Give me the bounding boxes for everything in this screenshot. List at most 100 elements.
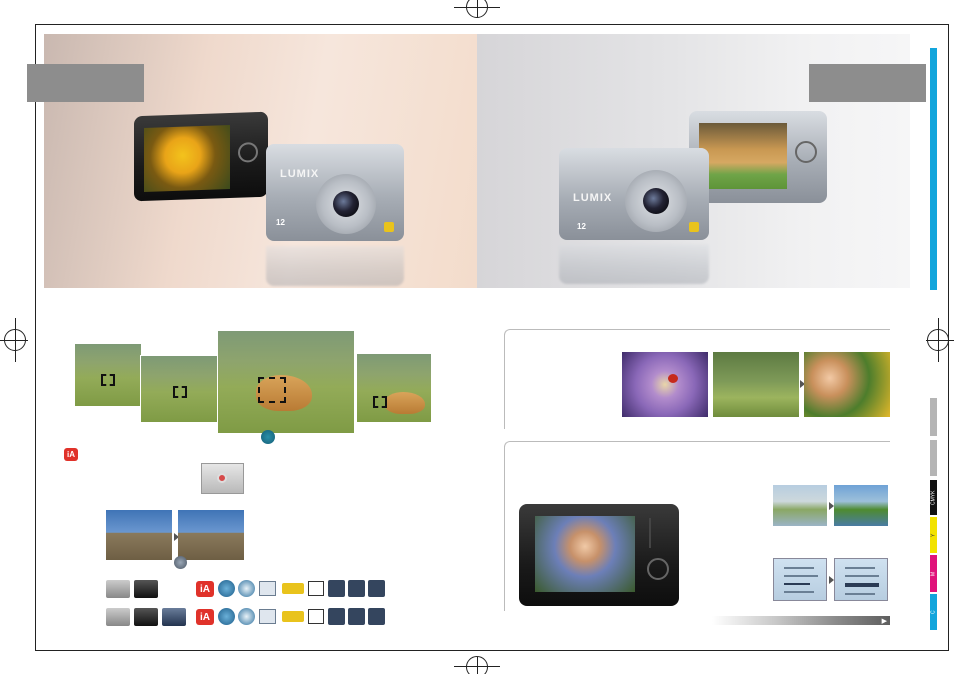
camera-controls-right [795,141,817,163]
camera-controls [238,142,258,163]
reg-mark-left-circle [4,329,26,351]
hd-icon-row2 [259,609,276,624]
sd-icon-row1 [308,581,324,596]
reg-mark-top-circle [466,0,488,18]
thumb-camera-silver [106,580,130,598]
af-frame-3 [258,377,286,403]
stabilizer-badge [384,222,394,232]
lake-photo-before [773,485,827,526]
title-box-left [27,64,144,102]
reg-mark-right-circle [927,329,949,351]
next-page-bar[interactable]: ▶ [712,616,890,625]
hd-icon-row1 [259,581,276,596]
house-photo-after [178,510,244,560]
menu-line-5 [845,567,875,569]
stabilizer-badge-right [689,222,699,232]
camera-lens [316,174,376,234]
camera-back-black [134,111,268,202]
lens-badge-row1 [282,583,304,594]
hero-banner-right: LUMIX 12 [477,34,926,288]
camera-front-silver: LUMIX 12 [266,144,404,241]
feature-row-1: iA [106,578,396,600]
menu-line-6 [845,575,879,577]
menu-line-7 [845,583,879,587]
next-page-arrow-icon: ▶ [881,617,887,625]
af-photo-1 [74,343,142,407]
camera-screen-flower [144,124,230,192]
menu-line-8 [845,593,875,595]
megapixel-badge-right: 12 [577,222,586,231]
shutter-button-red [217,473,227,483]
side-tab-m: M [930,555,937,592]
ia-icon-row2: iA [196,609,214,625]
reg-mark-bottom-circle [466,656,488,674]
feature-row-2: iA [106,606,396,628]
shutter-button-photo [201,463,244,494]
thumb-camera-blue [162,608,186,626]
menu-line-3 [784,583,810,585]
sd-icon-row2 [308,609,324,624]
af-tracking-icon [261,430,275,444]
ia-icon-row1: iA [196,581,214,597]
side-cyan-bar [930,48,937,290]
stabilizer-icon-row1 [218,580,235,597]
camera-badge-right: LUMIX [573,192,613,204]
camera-menu-buttons [649,518,667,548]
side-grey-tab-1 [930,398,937,436]
color-swatch-1-row1 [328,580,345,597]
camera-reflection-right [559,244,709,284]
color-swatch-2-row1 [348,580,365,597]
girl-dog-photo [804,352,890,417]
af-photo-4 [356,353,432,423]
af-photo-2 [140,355,218,423]
camera-back-black-portrait [519,504,679,606]
camera-lens-glass [333,191,359,217]
color-swatch-1-row2 [328,608,345,625]
color-swatch-3-row2 [368,608,385,625]
ladybug [668,374,678,383]
side-tab-cmyk: CMYK [930,480,937,515]
menu-screen-before [773,558,827,601]
camera-reflection-left [266,246,404,286]
camera-lens-right [625,170,687,232]
lens-badge-row2 [282,611,304,622]
menu-line-2 [784,575,818,577]
camera-front-silver-right: LUMIX 12 [559,148,709,240]
af-photo-3 [217,330,355,434]
camera-screen-portrait [535,516,635,592]
af-frame-4 [373,396,387,408]
hero-banner-left: LUMIX 12 [27,34,477,288]
af-frame-2 [173,386,187,398]
side-grey-tab-2 [930,440,937,476]
camera-back-silver [689,111,827,203]
title-box-right [809,64,926,102]
side-tab-y: Y [930,517,937,553]
ia-mode-icon: iA [64,448,78,461]
face-detect-icon-row2 [238,608,255,625]
face-detect-icon-row1 [238,580,255,597]
camera-dial [647,558,669,580]
color-swatch-3-row1 [368,580,385,597]
af-frame-1 [101,374,115,386]
exposure-icon [174,556,187,569]
thumb-camera-black [134,580,158,598]
stabilizer-icon-row2 [218,608,235,625]
side-tab-c: C [930,594,937,630]
brochure-spread: LUMIX 12 LUMIX 12 iA iA iA ▶ CMYK Y M C [0,0,954,674]
camera-badge: LUMIX [280,168,319,180]
dog-lying [385,392,425,414]
menu-line-4 [784,591,814,593]
camera-screen-dog [699,123,787,189]
garden-photo-wide [713,352,799,417]
thumb-camera-silver-2 [106,608,130,626]
menu-screen-after [834,558,888,601]
menu-line-1 [784,567,814,569]
color-swatch-2-row2 [348,608,365,625]
macro-flower-photo [622,352,708,417]
megapixel-badge: 12 [276,218,285,227]
camera-lens-glass-right [643,188,669,214]
house-photo-before [106,510,172,560]
camera-badge-text: LUMIX [280,168,320,180]
thumb-camera-black-2 [134,608,158,626]
lake-photo-after [834,485,888,526]
